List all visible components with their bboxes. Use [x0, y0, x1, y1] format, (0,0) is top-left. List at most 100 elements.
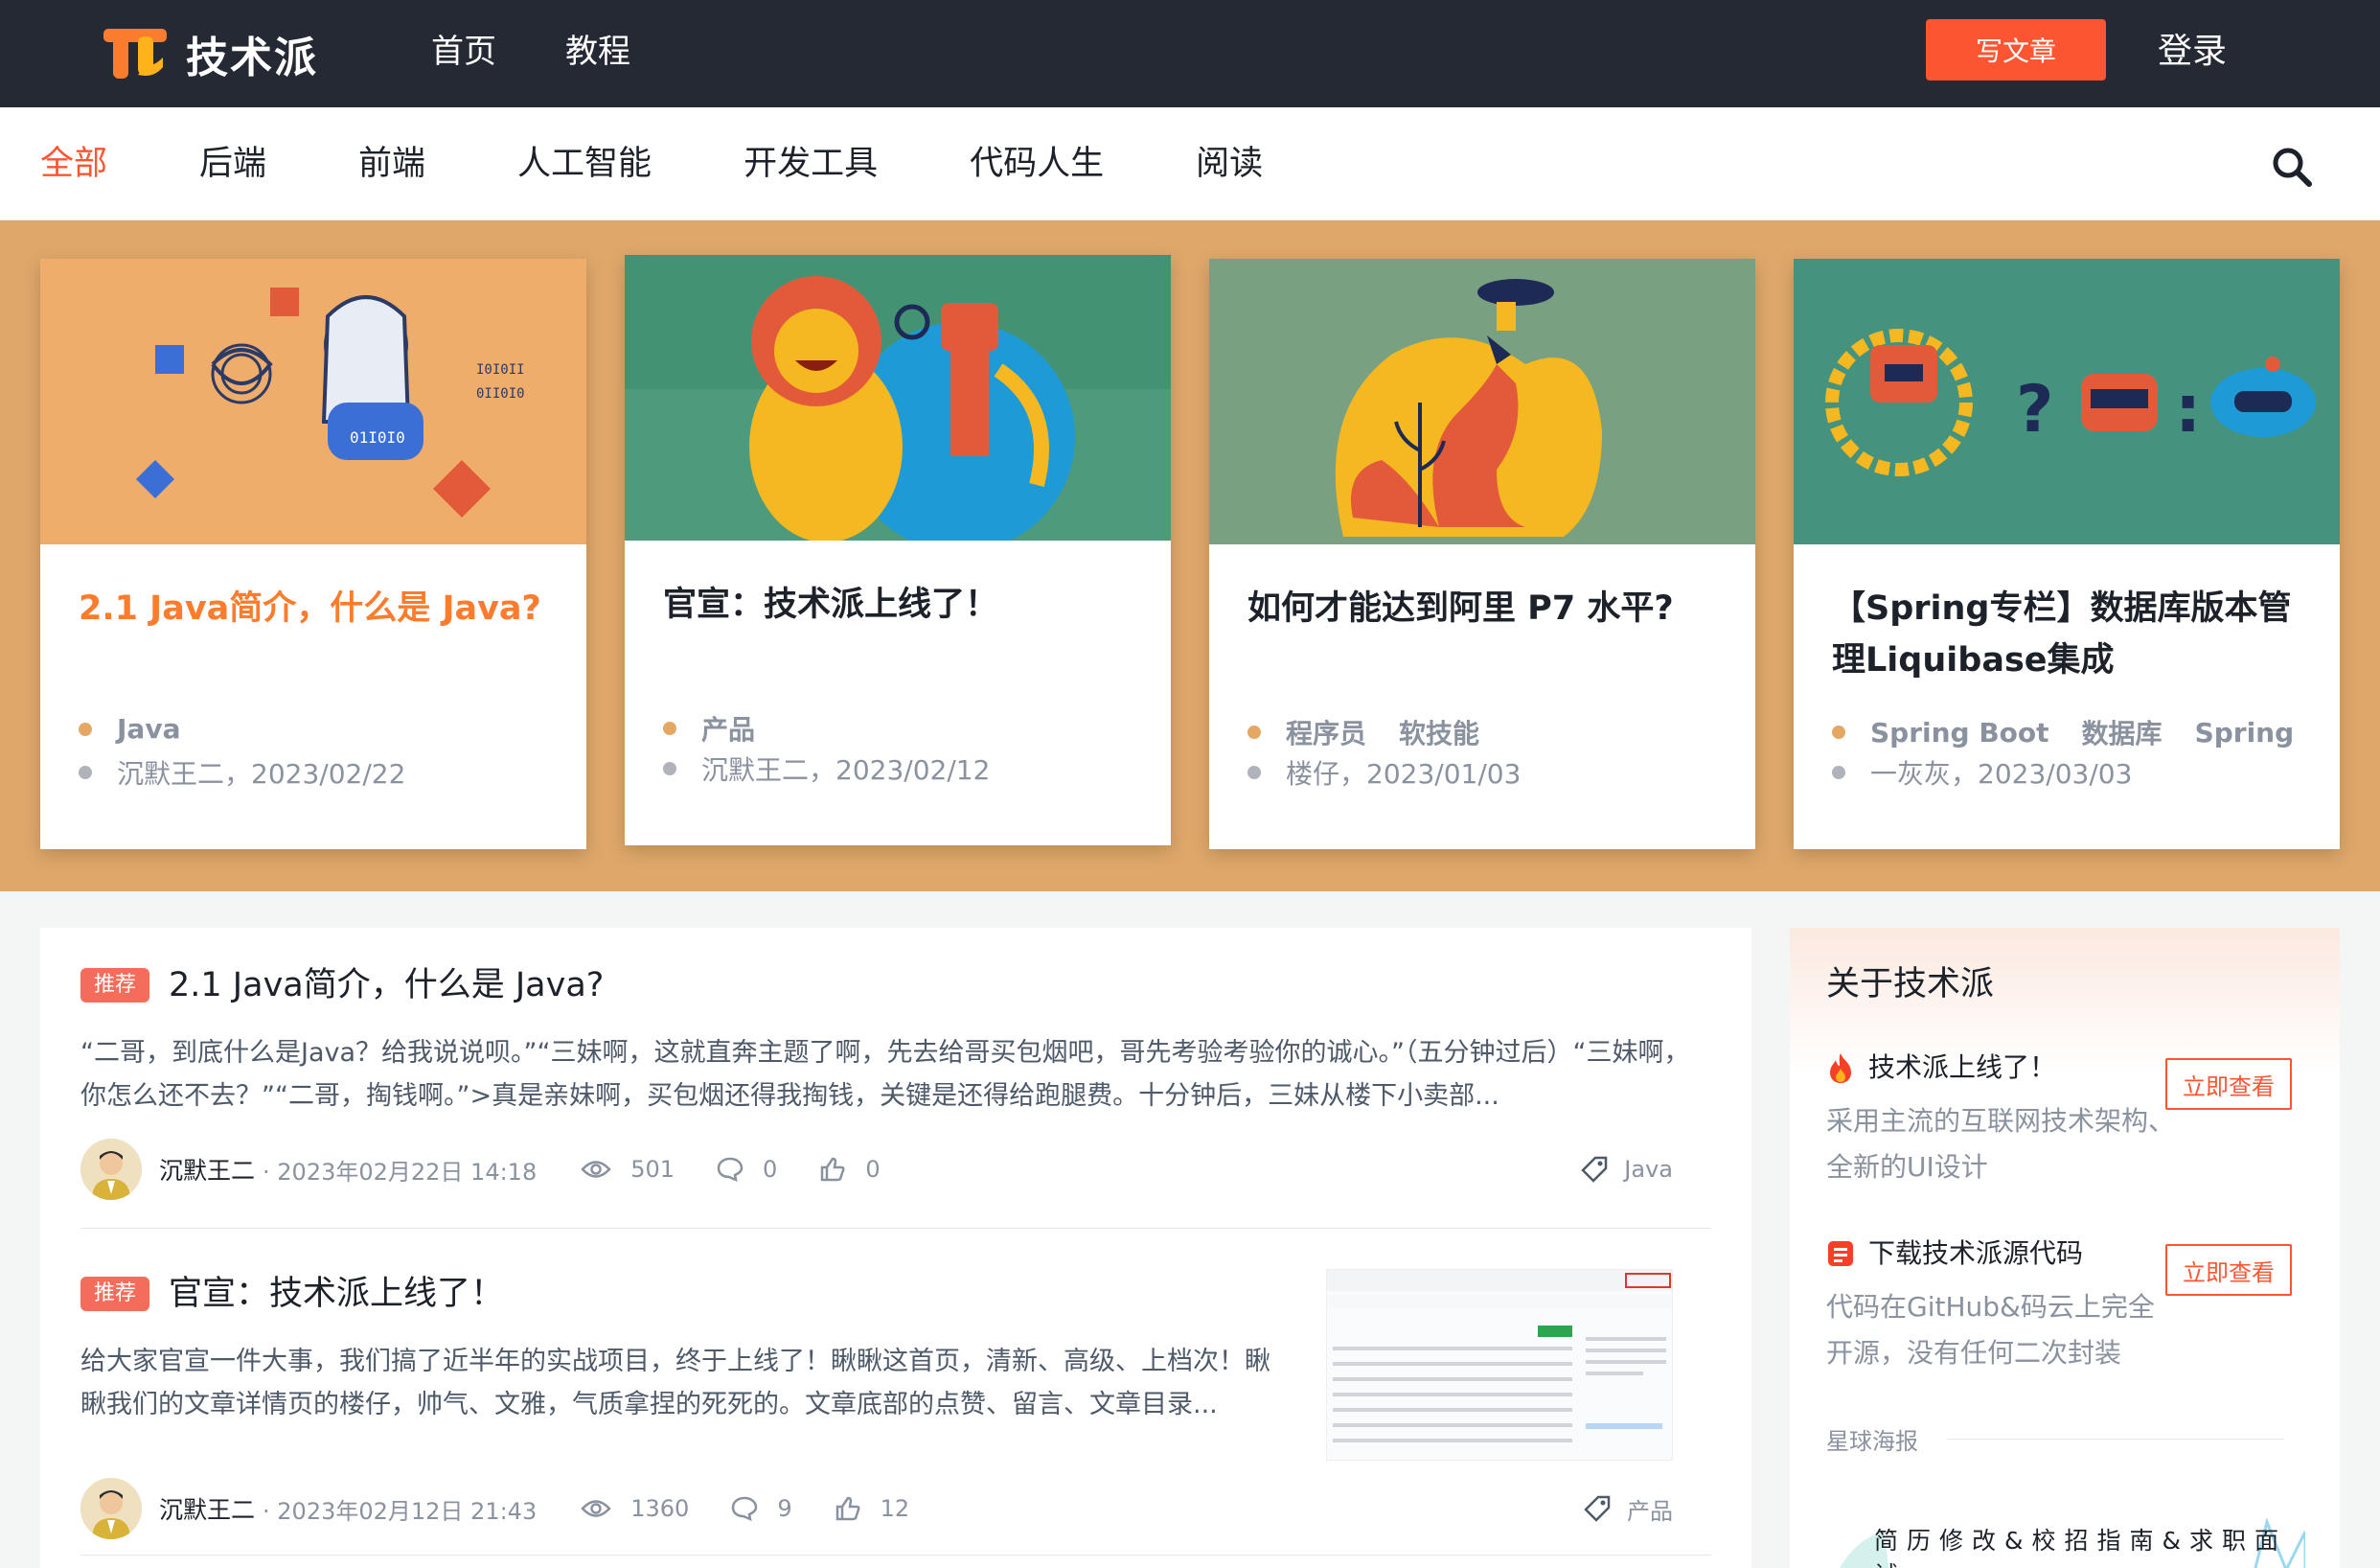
card-body: 2.1 Java简介，什么是 Java? Java 沉默王二，2023/02/2…: [40, 544, 586, 849]
tag-dot: [79, 722, 92, 736]
card-tags: Java: [79, 713, 213, 745]
featured-card[interactable]: 官宣：技术派上线了！ 产品 沉默王二，2023/02/12: [625, 255, 1171, 845]
views-stat: 1360: [581, 1495, 689, 1522]
comments-stat[interactable]: 0: [717, 1156, 777, 1183]
logo-mark-icon: [103, 29, 167, 79]
article-tag-label: 产品: [1627, 1497, 1673, 1525]
svg-text:01I0I0: 01I0I0: [350, 428, 405, 447]
featured-card[interactable]: 如何才能达到阿里 P7 水平? 程序员 软技能 楼仔，2023/01/03: [1209, 259, 1755, 849]
card-tag[interactable]: 软技能: [1399, 713, 1479, 751]
avatar[interactable]: [80, 1139, 142, 1200]
card-author-date: 楼仔，2023/01/03: [1286, 758, 1522, 790]
document-icon: [1828, 1241, 1853, 1266]
sidebar-item-desc: 采用主流的互联网技术架构、全新的UI设计: [1826, 1105, 2176, 1183]
poster-section-label: 星球海报: [1826, 1428, 1918, 1455]
tab-all[interactable]: 全部: [40, 140, 107, 188]
article-head: 推荐 2.1 Java简介，什么是 Java?: [80, 960, 1711, 1010]
card-author-date: 沉默王二，2023/02/22: [117, 758, 406, 790]
card-tag[interactable]: Spring Boot: [1870, 717, 2049, 749]
avatar[interactable]: [80, 1478, 142, 1539]
article-footer: 沉默王二 · 2023年02月12日 21:43 1360 9 12 产品: [80, 1478, 1711, 1539]
meta-dot: [663, 762, 676, 775]
eye-icon: [581, 1500, 611, 1517]
sidebar-item-desc: 代码在GitHub&码云上完全开源，没有任何二次封装: [1826, 1291, 2155, 1369]
recommend-badge: 推荐: [80, 1277, 150, 1311]
card-author-date: 一灰灰，2023/03/03: [1870, 758, 2133, 790]
comments-count: 0: [763, 1156, 778, 1183]
card-body: 如何才能达到阿里 P7 水平? 程序员 软技能 楼仔，2023/01/03: [1209, 544, 1755, 849]
article-tag-label: Java: [1624, 1156, 1673, 1183]
tab-devtools[interactable]: 开发工具: [744, 140, 878, 188]
views-count: 1360: [630, 1495, 690, 1522]
likes-stat[interactable]: 12: [835, 1495, 910, 1522]
card-title[interactable]: 2.1 Java简介，什么是 Java?: [79, 583, 548, 688]
card-meta: 沉默王二，2023/02/12: [663, 749, 990, 788]
meta-dot: [1832, 766, 1845, 779]
write-article-button[interactable]: 写文章: [1926, 19, 2106, 81]
search-icon[interactable]: [2271, 146, 2313, 188]
tag-icon: [1584, 1495, 1611, 1522]
card-title[interactable]: 【Spring专栏】数据库版本管理Liquibase集成: [1832, 583, 2301, 688]
card-title[interactable]: 如何才能达到阿里 P7 水平?: [1247, 583, 1717, 688]
tab-reading[interactable]: 阅读: [1196, 140, 1263, 188]
poster-section-header: 星球海报: [1826, 1422, 2284, 1456]
card-tag[interactable]: Java: [117, 713, 180, 745]
sidebar-item: 下载技术派源代码 代码在GitHub&码云上完全开源，没有任何二次封装 立即查看: [1826, 1234, 2317, 1376]
card-meta: 楼仔，2023/01/03: [1247, 753, 1521, 792]
section-divider: [1947, 1439, 2284, 1440]
nav-home[interactable]: 首页: [431, 27, 496, 77]
tag-dot: [1832, 726, 1845, 739]
tab-ai[interactable]: 人工智能: [517, 140, 652, 188]
card-meta: 沉默王二，2023/02/22: [79, 753, 405, 792]
view-now-button[interactable]: 立即查看: [2165, 1058, 2292, 1110]
views-count: 501: [630, 1156, 675, 1183]
likes-count: 0: [865, 1156, 881, 1183]
sidebar-title: 关于技术派: [1826, 965, 1995, 1003]
author-name[interactable]: 沉默王二: [159, 1491, 255, 1526]
article-thumbnail[interactable]: [1326, 1269, 1673, 1461]
featured-banner: 01I0I0 I0I0II 0II0I0 2.1 Java简介，什么是 Java…: [0, 220, 2380, 891]
author-name[interactable]: 沉默王二: [159, 1152, 255, 1187]
article-item[interactable]: 推荐 官宣：技术派上线了！ 给大家官宣一件大事，我们搞了近半年的实战项目，终于上…: [80, 1269, 1711, 1539]
article-excerpt: “二哥，到底什么是Java？给我说说呗。”“三妹啊，这就直奔主题了啊，先去给哥买…: [80, 1038, 1690, 1111]
comment-icon: [717, 1157, 744, 1182]
card-tag[interactable]: 数据库: [2082, 713, 2163, 751]
svg-text:0II0I0: 0II0I0: [476, 386, 525, 402]
logo[interactable]: 技术派: [103, 23, 318, 84]
sidebar-item-title[interactable]: 下载技术派源代码: [1868, 1234, 2083, 1273]
poster-text: 简历修改&校招指南&求职面试: [1874, 1527, 2287, 1568]
category-bar: 全部 后端 前端 人工智能 开发工具 代码人生 阅读: [0, 107, 2380, 220]
poster-image[interactable]: 简历修改&校招指南&求职面试: [1826, 1503, 2305, 1568]
svg-text::: :: [2175, 372, 2201, 448]
featured-card[interactable]: 01I0I0 I0I0II 0II0I0 2.1 Java简介，什么是 Java…: [40, 259, 586, 849]
featured-card[interactable]: ? : 【Spring专栏】数据库版本管理Liquibase集成 Spring …: [1794, 259, 2340, 849]
card-tag[interactable]: 产品: [701, 709, 755, 748]
login-link[interactable]: 登录: [2158, 27, 2227, 77]
article-footer: 沉默王二 · 2023年02月22日 14:18 501 0 0 Java: [80, 1139, 1711, 1200]
svg-text:I0I0II: I0I0II: [476, 362, 525, 378]
tab-frontend[interactable]: 前端: [358, 140, 425, 188]
divider: [80, 1228, 1711, 1229]
article-title[interactable]: 官宣：技术派上线了！: [169, 1269, 504, 1319]
comments-stat[interactable]: 9: [731, 1495, 792, 1522]
sidebar-item-title[interactable]: 技术派上线了！: [1868, 1049, 2056, 1087]
tab-code-life[interactable]: 代码人生: [970, 140, 1104, 188]
likes-stat[interactable]: 0: [819, 1156, 881, 1183]
article-tag[interactable]: Java: [1580, 1155, 1673, 1184]
article-item[interactable]: 推荐 2.1 Java简介，什么是 Java? “二哥，到底什么是Java？给我…: [80, 960, 1711, 1200]
view-now-button[interactable]: 立即查看: [2165, 1244, 2292, 1296]
card-tags: 程序员 软技能: [1247, 713, 1512, 751]
tag-dot: [1247, 726, 1261, 739]
sidebar-item: 技术派上线了！ 采用主流的互联网技术架构、全新的UI设计 立即查看: [1826, 1049, 2317, 1190]
card-tag[interactable]: Spring: [2195, 717, 2295, 749]
logo-text: 技术派: [186, 34, 318, 82]
about-sidebar: 关于技术派 技术派上线了！ 采用主流的互联网技术架构、全新的UI设计 立即查看 …: [1790, 928, 2340, 1568]
nav-tutorial[interactable]: 教程: [565, 27, 630, 77]
article-tag[interactable]: 产品: [1583, 1492, 1673, 1526]
card-tag[interactable]: 程序员: [1286, 713, 1366, 751]
svg-text:?: ?: [2016, 372, 2053, 448]
likes-count: 12: [880, 1495, 910, 1522]
article-title[interactable]: 2.1 Java简介，什么是 Java?: [169, 960, 604, 1010]
tab-backend[interactable]: 后端: [199, 140, 266, 188]
card-title[interactable]: 官宣：技术派上线了！: [663, 579, 1133, 684]
